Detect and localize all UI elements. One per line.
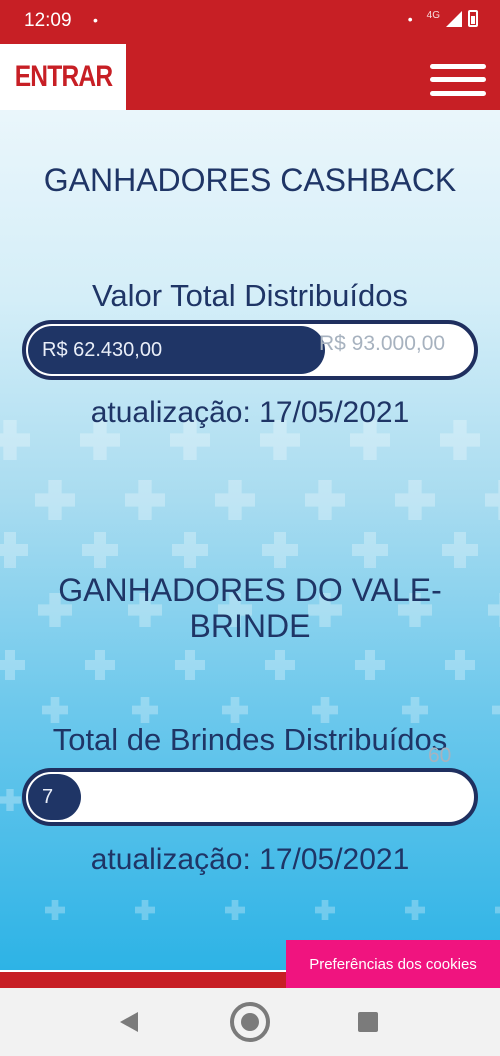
plus-decoration	[0, 532, 28, 568]
plus-decoration	[222, 697, 249, 724]
plus-decoration	[132, 697, 159, 724]
vale-brinde-subtitle: Total de Brindes Distribuídos	[52, 722, 448, 757]
plus-decoration	[0, 650, 25, 680]
recents-icon[interactable]	[358, 1012, 378, 1032]
vale-brinde-current-value: 7	[42, 785, 54, 808]
plus-decoration	[402, 697, 428, 724]
plus-decoration	[82, 532, 118, 568]
notification-dot-icon: •	[407, 10, 413, 27]
plus-decoration	[485, 480, 500, 520]
plus-decoration	[215, 480, 255, 520]
cookie-preferences-button[interactable]: Preferências dos cookies	[286, 940, 500, 988]
vale-brinde-progress-bar: 7	[22, 768, 478, 826]
plus-decoration	[312, 697, 338, 724]
vale-brinde-title-line1: GANHADORES DO VALE-	[58, 572, 442, 608]
cashback-subtitle: Valor Total Distribuídos	[92, 278, 408, 313]
vale-brinde-goal-value: 60	[428, 744, 452, 767]
status-bar: 12:09 • • 4G	[0, 0, 500, 44]
main-content: GANHADORES CASHBACK Valor Total Distribu…	[0, 110, 500, 970]
cashback-progress-fill: R$ 62.430,00	[28, 326, 325, 374]
plus-decoration	[44, 900, 65, 921]
plus-decoration	[135, 900, 156, 921]
back-icon[interactable]	[120, 1012, 138, 1032]
plus-decoration	[442, 532, 478, 568]
cashback-updated: atualização: 17/05/2021	[90, 396, 410, 429]
cashback-current-value: R$ 62.430,00	[42, 338, 163, 361]
notification-dot-icon: •	[93, 12, 98, 28]
plus-decoration	[262, 532, 298, 568]
status-icons: • 4G	[408, 10, 478, 27]
plus-decoration	[305, 480, 346, 520]
plus-decoration	[315, 900, 335, 921]
status-time: 12:09	[24, 10, 72, 31]
plus-decoration	[492, 705, 500, 715]
hamburger-menu-icon[interactable]	[430, 62, 486, 98]
network-type: 4G	[426, 10, 440, 21]
system-nav-bar	[0, 988, 500, 1056]
plus-decoration	[172, 532, 208, 568]
plus-decoration	[124, 480, 165, 520]
plus-decoration	[355, 650, 385, 680]
plus-decoration	[0, 789, 21, 811]
plus-decoration	[35, 480, 75, 520]
plus-decoration	[352, 532, 388, 568]
vale-brinde-updated: atualização: 17/05/2021	[90, 843, 410, 876]
plus-decoration	[225, 900, 246, 921]
plus-decoration	[405, 900, 425, 921]
plus-decoration	[395, 480, 436, 520]
signal-icon	[446, 10, 462, 27]
vale-brinde-progress-fill: 7	[28, 774, 81, 820]
app-header: ENTRAR	[0, 44, 500, 110]
battery-icon	[468, 10, 478, 27]
login-label: ENTRAR	[14, 60, 112, 93]
login-button[interactable]: ENTRAR	[0, 44, 126, 110]
plus-decoration	[85, 650, 115, 680]
vale-brinde-title-line2: BRINDE	[189, 608, 311, 644]
plus-decoration	[41, 697, 68, 724]
plus-decoration	[265, 650, 295, 680]
plus-decoration	[445, 650, 475, 680]
cashback-goal-value: R$ 93.000,00	[319, 332, 446, 355]
plus-decoration	[175, 650, 205, 680]
plus-decoration	[495, 906, 500, 914]
cashback-title: GANHADORES CASHBACK	[43, 162, 457, 198]
home-icon[interactable]	[230, 1002, 270, 1042]
plus-pattern-background	[0, 420, 500, 921]
